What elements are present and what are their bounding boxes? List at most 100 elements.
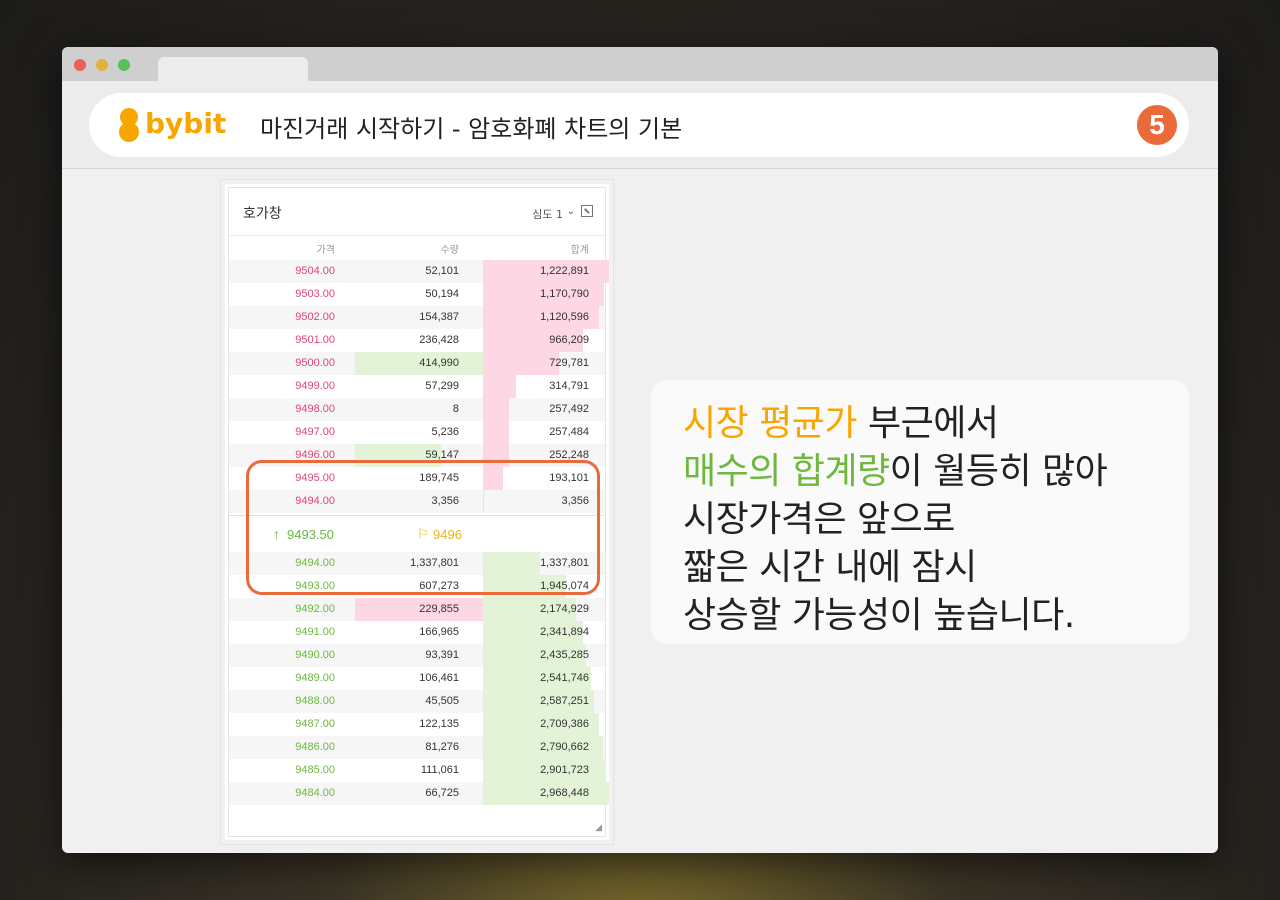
qty-cell: 45,505 bbox=[425, 695, 459, 707]
total-cell: 2,341,894 bbox=[540, 626, 589, 638]
total-cell: 729,781 bbox=[549, 357, 589, 369]
price-cell: 9486.00 bbox=[295, 741, 335, 753]
brand-name: bybit bbox=[145, 107, 227, 140]
qty-cell: 93,391 bbox=[425, 649, 459, 661]
total-cell: 257,484 bbox=[549, 426, 589, 438]
callout-highlight-2: 매수의 합계량 bbox=[683, 451, 890, 492]
qty-cell: 81,276 bbox=[425, 741, 459, 753]
total-cell: 314,791 bbox=[549, 380, 589, 392]
price-cell: 9497.00 bbox=[295, 426, 335, 438]
qty-cell: 414,990 bbox=[419, 357, 459, 369]
buy-order-row[interactable]: 9488.00 45,505 2,587,251 bbox=[229, 690, 605, 713]
maximize-window-button[interactable] bbox=[118, 59, 130, 71]
buy-order-row[interactable]: 9491.00 166,965 2,341,894 bbox=[229, 621, 605, 644]
total-depth-bar bbox=[483, 398, 510, 421]
depth-select[interactable]: 심도 1 bbox=[532, 206, 563, 222]
qty-cell: 8 bbox=[452, 403, 459, 415]
price-cell: 9489.00 bbox=[295, 672, 335, 684]
sell-order-row[interactable]: 9499.00 57,299 314,791 bbox=[229, 375, 605, 398]
price-cell: 9501.00 bbox=[295, 334, 335, 346]
total-cell: 1,222,891 bbox=[540, 265, 589, 277]
qty-cell: 5,236 bbox=[431, 426, 459, 438]
buy-order-row[interactable]: 9484.00 66,725 2,968,448 bbox=[229, 782, 609, 805]
total-cell: 1,170,790 bbox=[540, 288, 589, 300]
total-depth-bar bbox=[483, 375, 516, 398]
order-book-title: 호가창 bbox=[243, 206, 282, 222]
total-cell: 2,541,746 bbox=[540, 672, 589, 684]
minimize-window-button[interactable] bbox=[96, 59, 108, 71]
total-cell: 2,174,929 bbox=[540, 603, 589, 615]
total-depth-bar bbox=[483, 352, 559, 375]
column-price: 가격 bbox=[316, 245, 335, 256]
title-bar bbox=[62, 47, 1218, 81]
price-cell: 9490.00 bbox=[295, 649, 335, 661]
price-cell: 9492.00 bbox=[295, 603, 335, 615]
callout-highlight-1: 시장 평균가 bbox=[683, 403, 858, 444]
close-window-button[interactable] bbox=[74, 59, 86, 71]
price-cell: 9488.00 bbox=[295, 695, 335, 707]
bybit-logo-icon bbox=[119, 108, 139, 142]
total-cell: 966,209 bbox=[549, 334, 589, 346]
sell-order-row[interactable]: 9504.00 52,101 1,222,891 bbox=[229, 260, 609, 283]
buy-order-row[interactable]: 9485.00 111,061 2,901,723 bbox=[229, 759, 607, 782]
callout-line-3: 시장가격은 앞으로 bbox=[683, 499, 955, 540]
price-cell: 9503.00 bbox=[295, 288, 335, 300]
sell-order-row[interactable]: 9503.00 50,194 1,170,790 bbox=[229, 283, 605, 306]
callout-text-1: 부근에서 bbox=[857, 403, 999, 444]
price-cell: 9485.00 bbox=[295, 764, 335, 776]
sell-order-row[interactable]: 9500.00 414,990 729,781 bbox=[229, 352, 605, 375]
chevron-down-icon[interactable]: ⌄ bbox=[567, 206, 575, 217]
price-cell: 9500.00 bbox=[295, 357, 335, 369]
buy-order-row[interactable]: 9487.00 122,135 2,709,386 bbox=[229, 713, 605, 736]
qty-cell: 122,135 bbox=[419, 718, 459, 730]
column-total: 합계 bbox=[570, 245, 589, 256]
qty-cell: 106,461 bbox=[419, 672, 459, 684]
price-cell: 9499.00 bbox=[295, 380, 335, 392]
total-cell: 2,968,448 bbox=[540, 787, 589, 799]
toolbar: bybit 마진거래 시작하기 - 암호화폐 차트의 기본 5 bbox=[62, 81, 1218, 169]
price-cell: 9504.00 bbox=[295, 265, 335, 277]
qty-cell: 57,299 bbox=[425, 380, 459, 392]
total-cell: 257,492 bbox=[549, 403, 589, 415]
column-qty: 수량 bbox=[440, 245, 459, 256]
price-cell: 9491.00 bbox=[295, 626, 335, 638]
buy-order-row[interactable]: 9492.00 229,855 2,174,929 bbox=[229, 598, 605, 621]
total-cell: 2,709,386 bbox=[540, 718, 589, 730]
total-cell: 2,435,285 bbox=[540, 649, 589, 661]
price-cell: 9484.00 bbox=[295, 787, 335, 799]
highlight-box bbox=[246, 460, 600, 595]
total-depth-bar bbox=[483, 421, 510, 444]
qty-cell: 154,387 bbox=[419, 311, 459, 323]
sell-order-row[interactable]: 9501.00 236,428 966,209 bbox=[229, 329, 605, 352]
callout-text-2: 이 월등히 많아 bbox=[889, 451, 1108, 492]
buy-order-row[interactable]: 9489.00 106,461 2,541,746 bbox=[229, 667, 605, 690]
total-cell: 2,587,251 bbox=[540, 695, 589, 707]
header-bar: bybit 마진거래 시작하기 - 암호화폐 차트의 기본 5 bbox=[89, 93, 1189, 157]
callout-line-5: 상승할 가능성이 높습니다. bbox=[683, 595, 1075, 636]
explanation-callout: 시장 평균가 부근에서 매수의 합계량이 월등히 많아 시장가격은 앞으로 짧은… bbox=[651, 380, 1189, 644]
resize-handle-icon[interactable]: ◢ bbox=[595, 823, 602, 833]
callout-line-1: 시장 평균가 부근에서 bbox=[683, 394, 999, 446]
qty-cell: 229,855 bbox=[419, 603, 459, 615]
step-badge: 5 bbox=[1137, 105, 1177, 145]
qty-cell: 111,061 bbox=[420, 764, 459, 776]
qty-cell: 166,965 bbox=[419, 626, 459, 638]
order-book-columns: 가격 수량 합계 bbox=[229, 236, 605, 258]
callout-line-4: 짧은 시간 내에 잠시 bbox=[683, 547, 977, 588]
buy-order-row[interactable]: 9490.00 93,391 2,435,285 bbox=[229, 644, 605, 667]
price-cell: 9502.00 bbox=[295, 311, 335, 323]
buy-order-row[interactable]: 9486.00 81,276 2,790,662 bbox=[229, 736, 605, 759]
qty-cell: 52,101 bbox=[425, 265, 459, 277]
sell-order-row[interactable]: 9498.00 8 257,492 bbox=[229, 398, 605, 421]
price-cell: 9498.00 bbox=[295, 403, 335, 415]
browser-tab[interactable] bbox=[158, 57, 308, 81]
sell-order-row[interactable]: 9502.00 154,387 1,120,596 bbox=[229, 306, 605, 329]
bybit-logo: bybit bbox=[115, 105, 227, 145]
browser-window: bybit 마진거래 시작하기 - 암호화폐 차트의 기본 5 호가창 심도 1… bbox=[62, 47, 1218, 853]
qty-cell: 236,428 bbox=[419, 334, 459, 346]
expand-icon[interactable] bbox=[581, 205, 593, 217]
sell-order-row[interactable]: 9497.00 5,236 257,484 bbox=[229, 421, 605, 444]
price-cell: 9487.00 bbox=[295, 718, 335, 730]
total-cell: 1,120,596 bbox=[540, 311, 589, 323]
callout-line-2: 매수의 합계량이 월등히 많아 bbox=[683, 442, 1108, 494]
